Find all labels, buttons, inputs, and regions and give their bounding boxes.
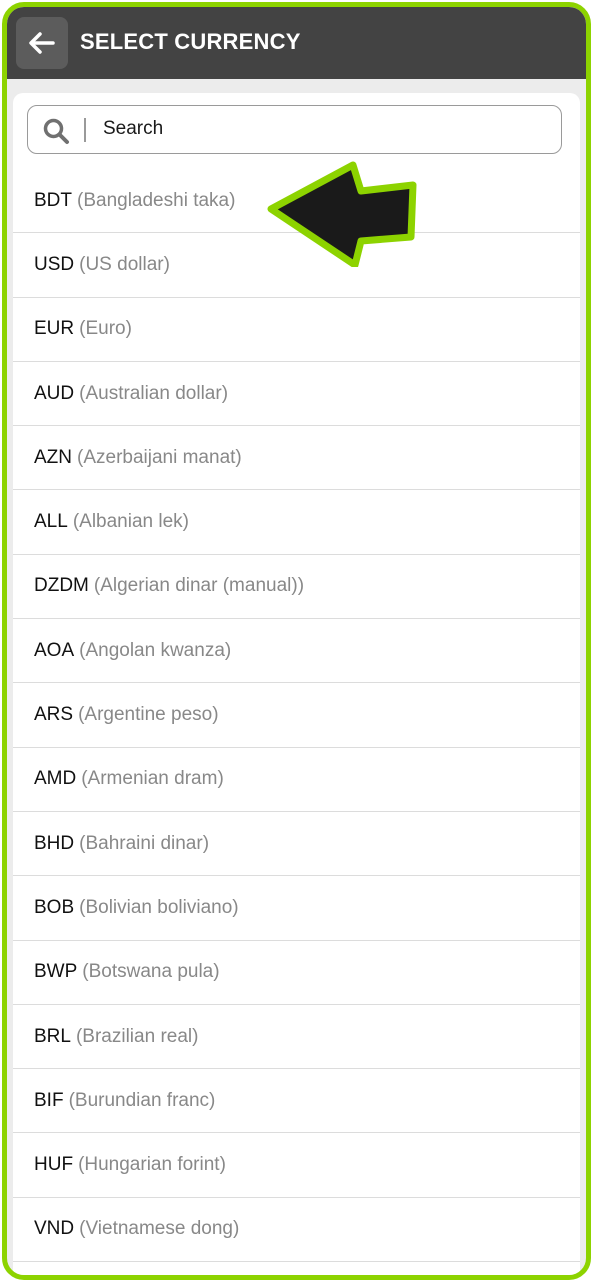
currency-item-eur[interactable]: EUR (Euro) [13,298,580,362]
search-box[interactable] [27,105,562,154]
currency-item-all[interactable]: ALL (Albanian lek) [13,490,580,555]
currency-item-aud[interactable]: AUD (Australian dollar) [13,362,580,427]
currency-item-dzdm[interactable]: DZDM (Algerian dinar (manual)) [13,555,580,620]
currency-item-bdt[interactable]: BDT (Bangladeshi taka) [13,169,580,234]
currency-name: (Australian dollar) [79,382,229,404]
currency-name: (Armenian dram) [81,768,224,790]
currency-item-huf[interactable]: HUF (Hungarian forint) [13,1133,580,1198]
currency-name: (Botswana pula) [82,961,220,983]
currency-item-bob[interactable]: BOB (Bolivian boliviano) [13,876,580,941]
back-button[interactable] [16,17,68,69]
search-icon [42,117,70,145]
currency-name: (Angolan kwanza) [79,639,232,661]
currency-code: AMD [34,768,77,790]
currency-code: BHD [34,832,75,854]
currency-item-ars[interactable]: ARS (Argentine peso) [13,683,580,748]
currency-code: DZDM [34,575,89,597]
currency-item-aoa[interactable]: AOA (Angolan kwanza) [13,619,580,684]
arrow-left-icon [29,32,55,54]
currency-code: USD [34,253,75,275]
currency-code: BWP [34,961,78,983]
currency-code: AOA [34,639,75,661]
currency-item-bif[interactable]: BIF (Burundian franc) [13,1069,580,1134]
currency-item-brl[interactable]: BRL (Brazilian real) [13,1005,580,1070]
currency-name: (US dollar) [79,253,170,275]
currency-code: ALL [34,511,68,533]
currency-item-bwp[interactable]: BWP (Botswana pula) [13,941,580,1005]
currency-code: BDT [34,189,72,211]
currency-code: BIF [34,1089,64,1111]
currency-item-azn[interactable]: AZN (Azerbaijani manat) [13,426,580,491]
currency-name: (Bahraini dinar) [79,832,210,854]
currency-name: (Algerian dinar (manual)) [93,575,305,597]
currency-name: (Brazilian real) [75,1025,199,1047]
currency-code: AUD [34,382,75,404]
currency-item-amd[interactable]: AMD (Armenian dram) [13,748,580,812]
currency-name: (Azerbaijani manat) [77,446,242,468]
currency-name: (Burundian franc) [68,1089,216,1111]
currency-panel: BDT(Bangladeshi taka)USD(US dollar)EUR(E… [13,93,580,1275]
currency-name: (Euro) [79,318,132,340]
currency-name: (Bolivian boliviano) [79,896,239,918]
currency-code: VND [34,1218,75,1240]
currency-name: (Bangladeshi taka) [77,189,236,211]
currency-code: BRL [34,1025,71,1047]
currency-code: HUF [34,1154,74,1176]
currency-item-vnd[interactable]: VND (Vietnamese dong) [13,1198,580,1263]
currency-name: (Vietnamese dong) [79,1218,240,1240]
header-bar: SELECT CURRENCY [7,7,586,79]
app-frame: SELECT CURRENCY BDT(Bangladeshi taka)USD… [2,2,591,1280]
currency-name: (Albanian lek) [72,511,189,533]
search-divider [84,118,86,142]
currency-list: BDT (Bangladeshi taka) USD (US dollar) EUR (E… [13,169,580,1263]
search-input[interactable] [103,114,543,144]
currency-name: (Hungarian forint) [78,1154,226,1176]
currency-name: (Argentine peso) [78,704,219,726]
page-title: SELECT CURRENCY [80,29,301,54]
currency-code: BOB [34,896,75,918]
currency-code: ARS [34,704,74,726]
currency-code: EUR [34,318,75,340]
currency-item-bhd[interactable]: BHD (Bahraini dinar) [13,812,580,877]
currency-code: AZN [34,446,72,468]
currency-item-usd[interactable]: USD (US dollar) [13,233,580,298]
